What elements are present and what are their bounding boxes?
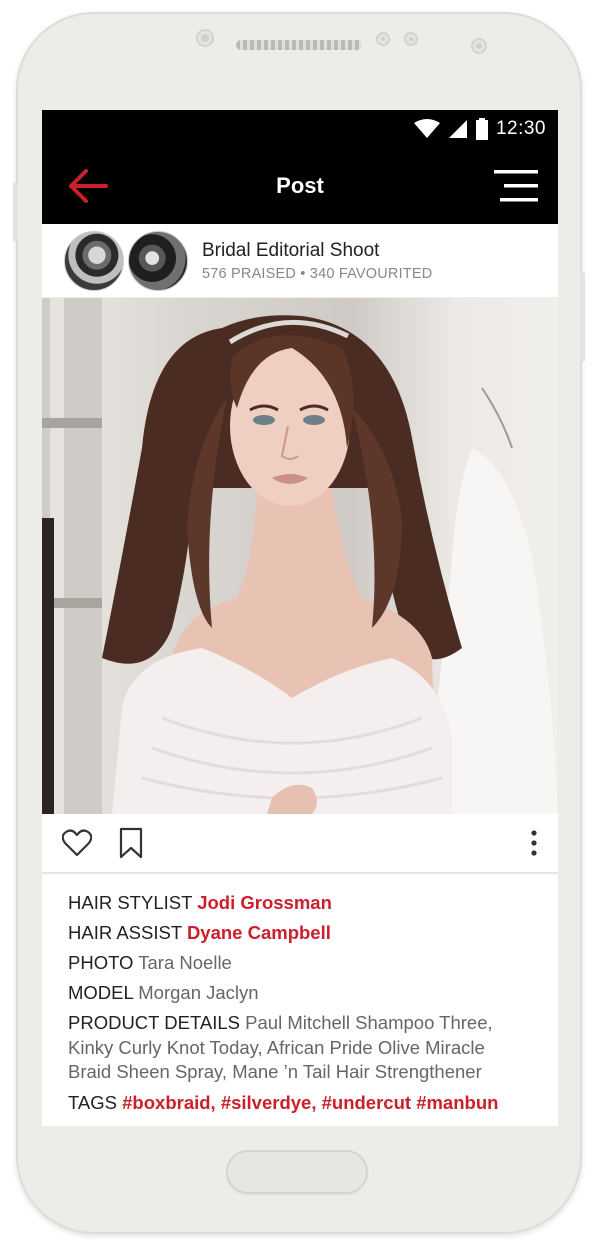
detail-label: HAIR ASSIST [68,922,182,943]
status-bar: 12:30 [42,110,558,148]
post-header: Bridal Editorial Shoot 576 PRAISED • 340… [42,224,558,298]
bookmark-icon[interactable] [118,827,144,859]
page-title: Post [276,173,324,198]
tags-links[interactable]: #boxbraid, #silverdye, #undercut #manbun [122,1092,498,1113]
detail-model: MODEL Morgan Jaclyn [68,978,532,1008]
detail-value: Tara Noelle [138,952,232,973]
hair-assist-link[interactable]: Dyane Campbell [187,922,331,943]
post-actions [42,814,558,874]
more-vertical-icon[interactable] [530,830,538,856]
post-details: HAIR STYLIST Jodi Grossman HAIR ASSIST D… [42,874,558,1118]
post-photo[interactable] [42,298,558,814]
post-title[interactable]: Bridal Editorial Shoot [202,240,432,262]
detail-label: MODEL [68,982,134,1003]
wifi-icon [413,119,440,138]
side-button [580,272,585,362]
sensor [406,34,416,44]
status-time: 12:30 [495,118,546,139]
avatar[interactable] [128,230,188,291]
app-bar: Post [42,148,558,224]
battery-icon [475,118,488,140]
detail-label: HAIR STYLIST [68,892,193,913]
screen: 12:30 Post Bridal Editorial Shoot 576 PR… [42,110,558,1126]
home-button[interactable] [226,1150,368,1194]
proximity-sensor [473,40,485,52]
detail-label: PRODUCT DETAILS [68,1012,241,1033]
menu-icon[interactable] [494,168,540,204]
heart-icon[interactable] [62,829,92,857]
bride-photo-illustration [42,298,558,814]
side-button [13,182,18,242]
avatar-group [64,230,188,291]
detail-photo: PHOTO Tara Noelle [68,948,532,978]
post-meta: Bridal Editorial Shoot 576 PRAISED • 340… [202,240,432,282]
detail-label: TAGS [68,1091,117,1113]
back-arrow-icon[interactable] [66,168,108,204]
sensor [378,34,388,44]
detail-tags: TAGS #boxbraid, #silverdye, #undercut #m… [68,1088,532,1118]
front-camera [198,31,212,45]
avatar[interactable] [64,230,124,291]
signal-icon [448,120,467,138]
earpiece-speaker [236,40,362,50]
detail-label: PHOTO [68,952,134,973]
post-stats: 576 PRAISED • 340 FAVOURITED [202,265,433,282]
detail-value: Morgan Jaclyn [138,982,259,1003]
detail-hair-assist: HAIR ASSIST Dyane Campbell [68,918,532,948]
detail-hair-stylist: HAIR STYLIST Jodi Grossman [68,888,532,918]
detail-product: PRODUCT DETAILS Paul Mitchell Shampoo Th… [68,1011,532,1085]
hair-stylist-link[interactable]: Jodi Grossman [197,892,332,913]
